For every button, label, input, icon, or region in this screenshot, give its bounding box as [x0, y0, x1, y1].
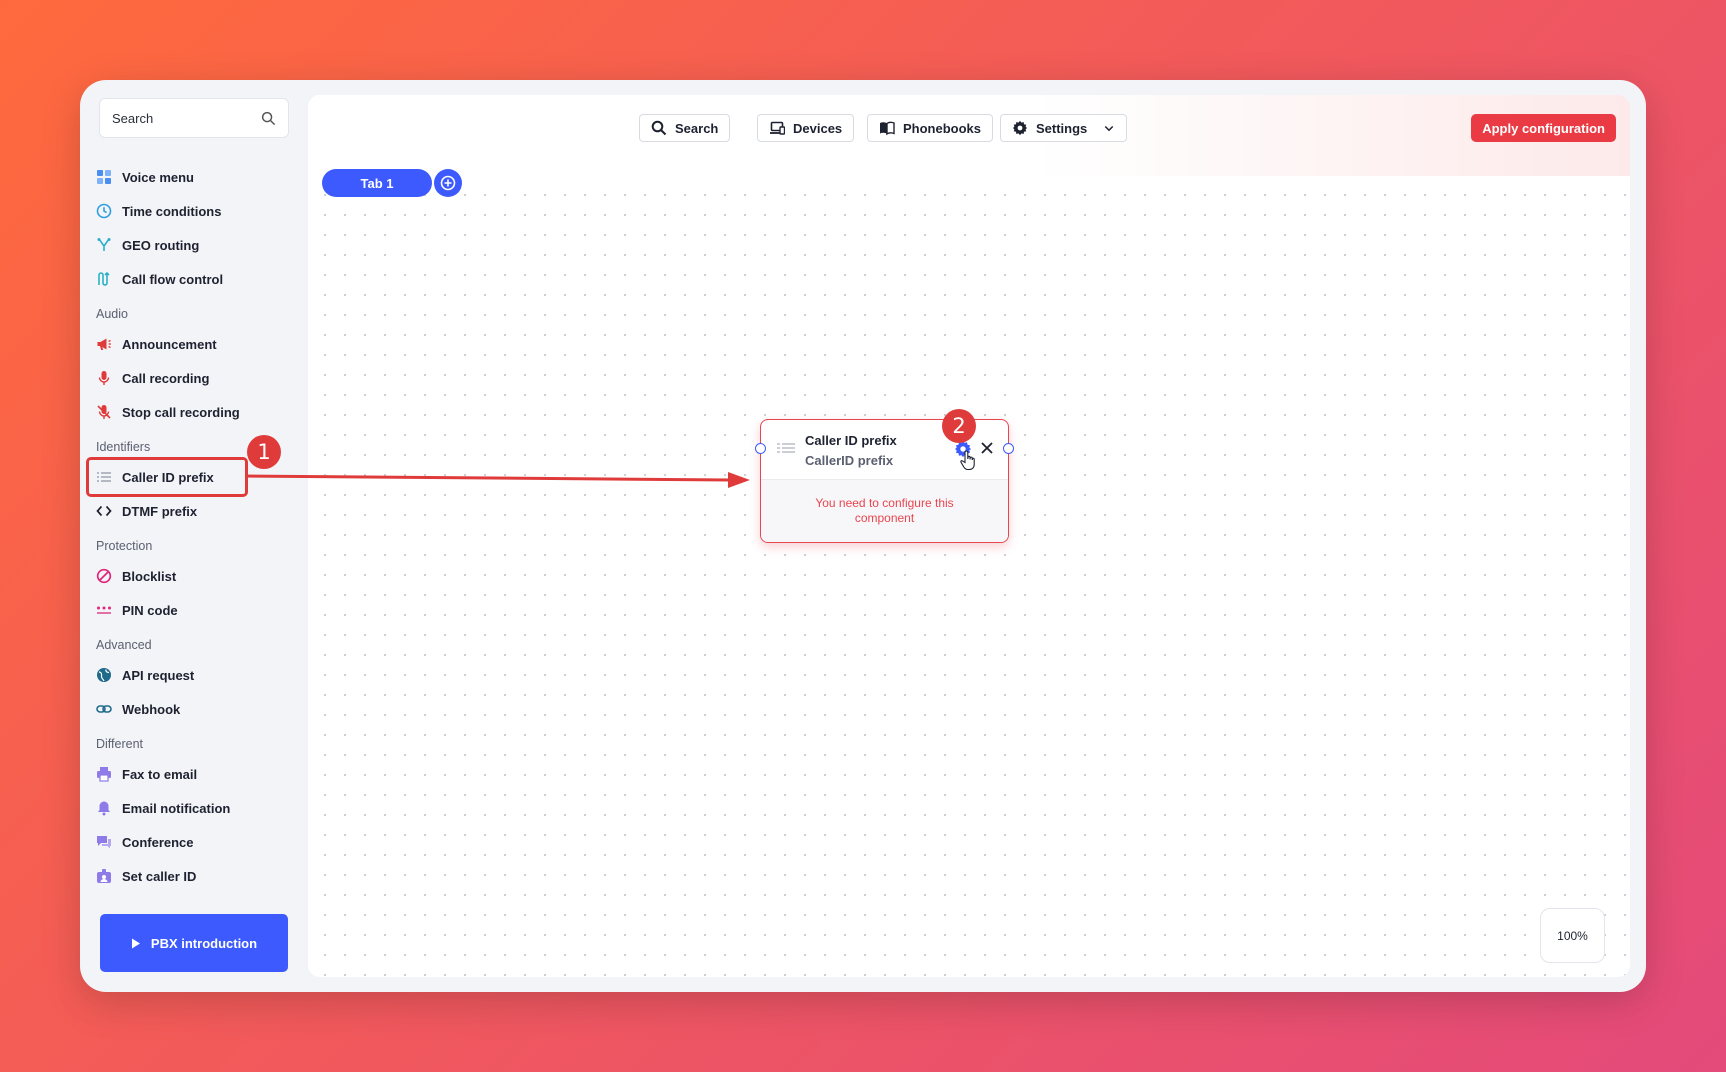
step-badge-1: 1	[247, 435, 281, 469]
toolbar-search-label: Search	[675, 120, 719, 136]
code-icon	[96, 503, 112, 519]
microphone-icon	[96, 370, 112, 386]
pbx-introduction-label: PBX introduction	[150, 935, 258, 951]
printer-icon	[96, 766, 112, 782]
node-output-port[interactable]	[1003, 443, 1014, 454]
sidebar-item-label: Call flow control	[122, 271, 224, 287]
sidebar-item-blocklist[interactable]: Blocklist	[96, 559, 296, 593]
branch-icon	[96, 237, 112, 253]
chevron-down-icon	[1105, 125, 1114, 132]
sidebar-item-caller-id-prefix[interactable]: Caller ID prefix	[86, 457, 248, 497]
sidebar-item-webhook[interactable]: Webhook	[96, 692, 296, 726]
sidebar-item-label: Fax to email	[122, 766, 198, 782]
app-window: Search Voice menu Time conditions GEO ro…	[80, 80, 1646, 992]
grid-icon	[96, 169, 112, 185]
toolbar-devices-label: Devices	[793, 120, 843, 136]
sidebar-item-stop-call-recording[interactable]: Stop call recording	[96, 395, 296, 429]
sidebar-nav: Voice menu Time conditions GEO routing C…	[86, 160, 296, 893]
add-tab-button[interactable]	[434, 169, 462, 197]
link-icon	[96, 701, 112, 717]
sidebar-item-call-recording[interactable]: Call recording	[96, 361, 296, 395]
block-icon	[96, 568, 112, 584]
sidebar-item-label: API request	[122, 667, 195, 683]
pbx-introduction-button[interactable]: PBX introduction	[100, 914, 288, 972]
flow-canvas[interactable]	[308, 176, 1630, 977]
toolbar-settings-label: Settings	[1036, 120, 1088, 136]
sidebar: Search Voice menu Time conditions GEO ro…	[80, 80, 298, 992]
search-icon	[651, 120, 667, 136]
sidebar-item-label: GEO routing	[122, 237, 200, 253]
sidebar-item-voice-menu[interactable]: Voice menu	[96, 160, 296, 194]
section-label-different: Different	[96, 737, 144, 751]
section-label-advanced: Advanced	[96, 638, 152, 652]
list-icon	[777, 443, 795, 453]
sidebar-item-label: Webhook	[122, 701, 181, 717]
node-input-port[interactable]	[755, 443, 766, 454]
devices-icon	[770, 121, 785, 135]
flow-icon	[96, 271, 112, 287]
gear-icon	[1012, 120, 1028, 136]
sidebar-item-label: Conference	[122, 834, 194, 850]
sidebar-item-label: DTMF prefix	[122, 503, 198, 519]
chat-icon	[96, 834, 112, 850]
microphone-off-icon	[96, 404, 112, 420]
sidebar-search-placeholder: Search	[112, 110, 154, 126]
list-icon	[96, 469, 112, 485]
zoom-level-indicator[interactable]: 100%	[1540, 908, 1605, 963]
sidebar-item-set-caller-id[interactable]: Set caller ID	[96, 859, 296, 893]
toolbar-devices-button[interactable]: Devices	[757, 114, 855, 142]
sidebar-item-label: Email notification	[122, 800, 231, 816]
sidebar-item-time-conditions[interactable]: Time conditions	[96, 194, 296, 228]
sidebar-item-label: Blocklist	[122, 568, 177, 584]
sidebar-item-label: Announcement	[122, 336, 217, 352]
sidebar-item-call-flow-control[interactable]: Call flow control	[96, 262, 296, 296]
section-label-protection: Protection	[96, 539, 153, 553]
clock-icon	[96, 203, 112, 219]
toolbar-phonebooks-label: Phonebooks	[903, 120, 982, 136]
megaphone-icon	[96, 336, 112, 352]
toolbar-search-button[interactable]: Search	[639, 114, 731, 142]
sidebar-item-fax-to-email[interactable]: Fax to email	[96, 757, 296, 791]
sidebar-item-label: Time conditions	[122, 203, 222, 219]
sidebar-item-conference[interactable]: Conference	[96, 825, 296, 859]
sidebar-item-pin-code[interactable]: PIN code	[96, 593, 296, 627]
id-badge-icon	[96, 868, 112, 884]
sidebar-item-label: Call recording	[122, 370, 210, 386]
node-close-icon[interactable]	[979, 440, 995, 456]
node-title: Caller ID prefix	[805, 433, 897, 448]
sidebar-item-label: Voice menu	[122, 169, 195, 185]
play-icon	[131, 938, 140, 948]
bell-icon	[96, 800, 112, 816]
sidebar-item-label: Set caller ID	[122, 868, 197, 884]
sidebar-item-label: PIN code	[122, 602, 178, 618]
hand-cursor-icon	[960, 450, 975, 471]
sidebar-item-email-notification[interactable]: Email notification	[96, 791, 296, 825]
sidebar-item-announcement[interactable]: Announcement	[96, 327, 296, 361]
flow-canvas-panel: Search Devices Phonebooks Settings Apply…	[308, 95, 1630, 977]
search-icon	[261, 111, 276, 125]
flow-node-caller-id-prefix[interactable]: Caller ID prefix CallerID prefix You nee…	[755, 419, 1014, 543]
apply-configuration-button[interactable]: Apply configuration	[1471, 114, 1616, 142]
book-icon	[880, 121, 895, 136]
sidebar-item-label: Caller ID prefix	[122, 469, 214, 485]
toolbar-settings-dropdown[interactable]: Settings	[1000, 114, 1128, 142]
plus-circle-icon	[440, 175, 456, 191]
sidebar-item-geo-routing[interactable]: GEO routing	[96, 228, 296, 262]
dots-icon	[96, 602, 112, 618]
sidebar-item-dtmf-prefix[interactable]: DTMF prefix	[96, 494, 296, 528]
tab-1[interactable]: Tab 1	[322, 169, 432, 197]
node-subtitle: CallerID prefix	[805, 453, 894, 468]
sidebar-item-api-request[interactable]: API request	[96, 658, 296, 692]
globe-icon	[96, 667, 112, 683]
toolbar-phonebooks-button[interactable]: Phonebooks	[867, 114, 994, 142]
step-badge-2: 2	[942, 409, 976, 443]
section-label-audio: Audio	[96, 307, 128, 321]
sidebar-item-label: Stop call recording	[122, 404, 240, 420]
node-warning: You need to configure this component	[761, 480, 1008, 542]
sidebar-search-input[interactable]: Search	[99, 98, 289, 138]
